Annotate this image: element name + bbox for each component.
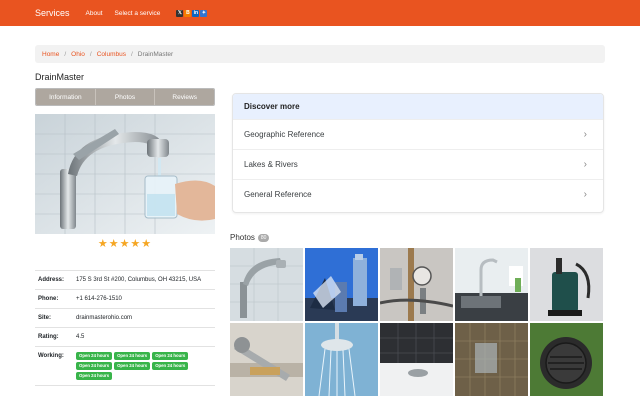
working-label: Working: <box>38 353 64 359</box>
info-row-rating: Rating: 4.5 <box>35 328 215 347</box>
breadcrumb-current: DrainMaster <box>137 50 174 58</box>
chevron-right-icon: › <box>583 189 587 200</box>
photos-label: Photos <box>230 233 255 242</box>
chevron-right-icon: › <box>583 129 587 140</box>
info-row-phone: Phone: +1 614-276-1510 <box>35 290 215 309</box>
photos-heading: Photos 80 <box>230 233 270 242</box>
breadcrumb-columbus[interactable]: Columbus <box>97 51 126 58</box>
discover-item-lakes-rivers[interactable]: Lakes & Rivers › <box>233 149 603 179</box>
discover-item-label: Lakes & Rivers <box>244 160 298 169</box>
tab-reviews[interactable]: Reviews <box>155 89 214 105</box>
hours-badge: Open 24 hours <box>76 352 113 360</box>
discover-more-title: Discover more <box>233 94 603 119</box>
breadcrumb-home[interactable]: Home <box>42 51 59 58</box>
photo-thumbnail-faucet[interactable] <box>230 248 303 321</box>
tab-photos[interactable]: Photos <box>95 89 156 105</box>
photos-count-badge: 80 <box>257 233 270 242</box>
nav-link-about[interactable]: About <box>86 10 103 17</box>
phone-label: Phone: <box>38 296 59 302</box>
photo-thumbnail-bathtub[interactable] <box>380 323 453 396</box>
main-business-photo[interactable] <box>35 114 215 234</box>
photo-thumbnail-shower[interactable] <box>305 323 378 396</box>
rating-label: Rating: <box>38 334 59 340</box>
phone-value[interactable]: +1 614-276-1510 <box>76 295 215 303</box>
chevron-right-icon: › <box>583 159 587 170</box>
discover-item-general-reference[interactable]: General Reference › <box>233 179 603 209</box>
photo-thumbnail-wrench[interactable] <box>230 323 303 396</box>
site-label: Site: <box>38 315 52 321</box>
photo-thumbnail-sump-pump[interactable] <box>530 248 603 321</box>
breadcrumb-separator: / <box>89 50 92 58</box>
photo-thumbnail-city[interactable] <box>305 248 378 321</box>
hours-badge: Open 24 hours <box>76 362 113 370</box>
rating-stars: ★★★★★ <box>97 238 153 250</box>
breadcrumb-ohio[interactable]: Ohio <box>71 51 85 58</box>
social-links: 𝕏 B in ✦ <box>176 9 208 17</box>
photo-grid <box>230 248 605 400</box>
discover-item-label: General Reference <box>244 190 312 199</box>
top-navbar: Services About Select a service 𝕏 B in ✦ <box>0 0 640 26</box>
blogger-icon[interactable]: B <box>184 9 192 17</box>
photo-thumbnail-pipes[interactable] <box>380 248 453 321</box>
business-info-table: Address: 175 S 3rd St #200, Columbus, OH… <box>35 270 215 386</box>
hours-badge: Open 24 hours <box>152 352 189 360</box>
hours-badge: Open 24 hours <box>114 362 151 370</box>
info-row-address: Address: 175 S 3rd St #200, Columbus, OH… <box>35 271 215 290</box>
info-row-working: Working: Open 24 hours Open 24 hours Ope… <box>35 347 215 386</box>
rating-value: 4.5 <box>76 334 85 340</box>
hours-badge: Open 24 hours <box>76 372 113 380</box>
nav-link-select-service[interactable]: Select a service <box>115 10 161 17</box>
linkedin-icon[interactable]: in <box>192 9 200 17</box>
address-label: Address: <box>38 277 65 283</box>
discover-more-panel: Discover more Geographic Reference › Lak… <box>232 93 604 213</box>
hours-badges: Open 24 hours Open 24 hours Open 24 hour… <box>76 352 215 380</box>
tab-information[interactable]: Information <box>36 89 96 105</box>
hours-badge: Open 24 hours <box>114 352 151 360</box>
discover-item-geographic-reference[interactable]: Geographic Reference › <box>233 119 603 149</box>
discover-item-label: Geographic Reference <box>244 130 325 139</box>
info-row-site: Site: drainmasterohio.com <box>35 309 215 328</box>
address-value: 175 S 3rd St #200, Columbus, OH 43215, U… <box>76 277 202 283</box>
breadcrumb-separator: / <box>64 50 67 58</box>
business-name: DrainMaster <box>35 72 85 82</box>
hours-badge: Open 24 hours <box>152 362 189 370</box>
photo-thumbnail-tiled-bathroom[interactable] <box>455 323 528 396</box>
x-icon[interactable]: 𝕏 <box>176 9 184 17</box>
photo-thumbnail-drain-grate[interactable] <box>530 323 603 396</box>
breadcrumb: Home / Ohio / Columbus / DrainMaster <box>35 45 605 63</box>
breadcrumb-separator: / <box>130 50 133 58</box>
photo-thumbnail-kitchen-sink[interactable] <box>455 248 528 321</box>
business-tabs: Information Photos Reviews <box>35 88 215 106</box>
brand-link[interactable]: Services <box>35 8 70 18</box>
delicious-icon[interactable]: ✦ <box>200 9 208 17</box>
site-link[interactable]: drainmasterohio.com <box>76 314 215 322</box>
